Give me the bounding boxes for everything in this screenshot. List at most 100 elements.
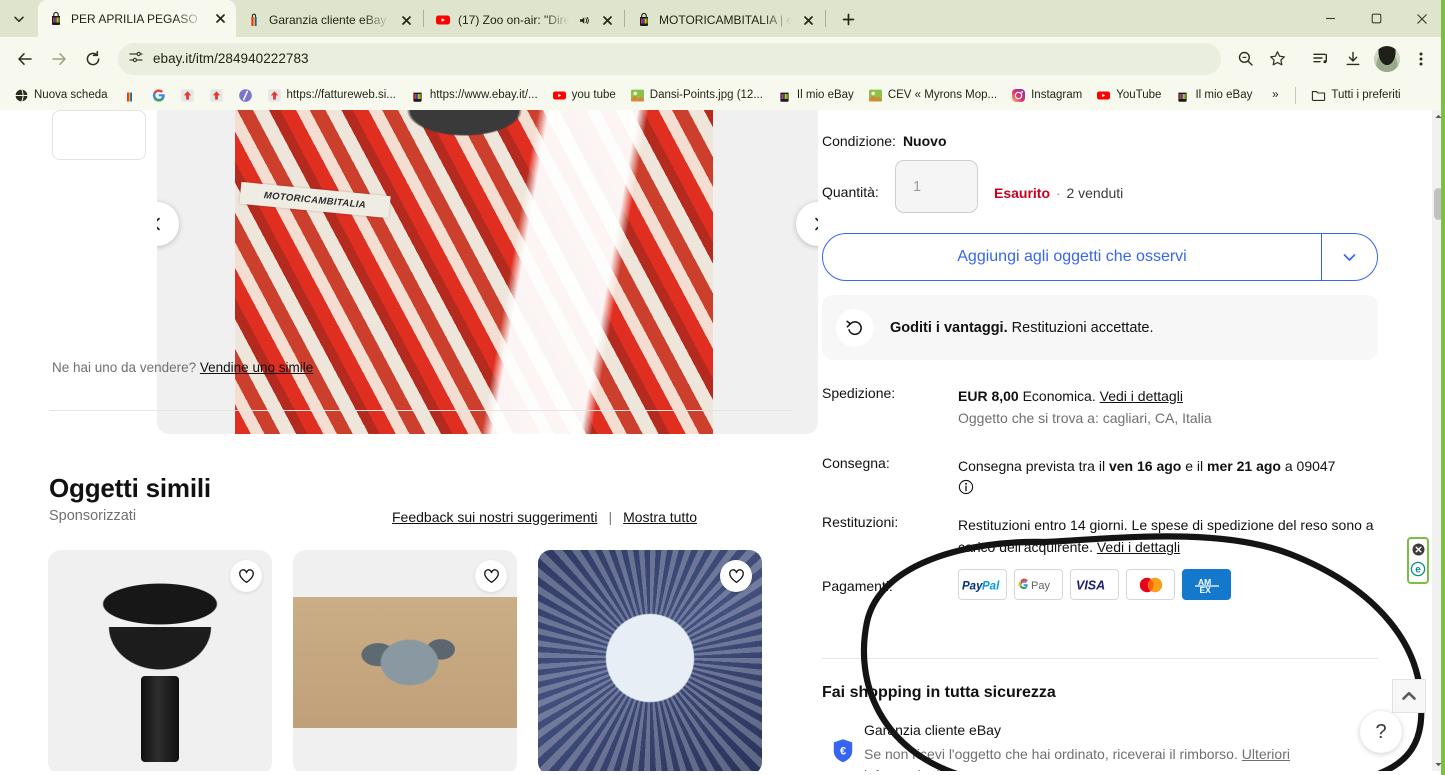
bookmark-pin-2[interactable] [203, 85, 230, 106]
sell-one-link[interactable]: Vendine uno simile [200, 360, 313, 375]
tab-divider [825, 10, 826, 27]
delivery-label: Consegna: [822, 455, 890, 471]
address-bar[interactable]: ebay.it/itm/284940222783 [118, 43, 1221, 75]
bookmark-label: Il mio eBay [797, 89, 854, 101]
window-controls [1307, 0, 1445, 37]
help-button[interactable]: ? [1360, 711, 1402, 753]
profile-avatar[interactable] [1374, 46, 1400, 72]
info-icon[interactable] [958, 479, 1378, 501]
guarantee-text: Se non ricevi l'oggetto che hai ordinato… [864, 746, 1242, 762]
product-gallery[interactable]: MOTORICAMBITALIA [157, 110, 818, 434]
delivery-value: Consegna prevista tra il ven 16 ago e il… [958, 455, 1378, 501]
add-to-watchlist-button[interactable]: Aggiungi agli oggetti che osservi [822, 233, 1378, 281]
suggestions-feedback-link[interactable]: Feedback sui nostri suggerimenti [392, 509, 597, 525]
reload-icon[interactable] [77, 43, 109, 75]
gallery-thumbnail[interactable] [52, 110, 146, 160]
tab-close-icon[interactable] [799, 11, 817, 29]
gallery-thumbnail-rail [52, 110, 147, 160]
media-list-icon[interactable] [1306, 44, 1336, 74]
sell-one-prefix: Ne hai uno da vendere? [52, 360, 196, 375]
tab-close-icon[interactable] [397, 11, 415, 29]
google-pay-icon[interactable]: Pay [1014, 569, 1063, 600]
links-separator: | [608, 509, 612, 525]
e-circle-icon[interactable]: e [1410, 561, 1426, 580]
bookmark-il-mio-ebay-2[interactable]: Il mio eBay [1169, 85, 1258, 106]
bookmarks-overflow-button[interactable]: » [1264, 84, 1286, 106]
forward-arrow-icon[interactable] [43, 43, 75, 75]
close-circle-icon[interactable] [1411, 542, 1426, 560]
show-all-link[interactable]: Mostra tutto [623, 509, 697, 525]
bookmark-dansi-points[interactable]: Dansi-Points.jpg (12... [624, 85, 769, 106]
bookmark-instagram[interactable]: Instagram [1005, 85, 1088, 106]
payment-methods: Pay Pal Pay [958, 569, 1231, 600]
heart-icon[interactable] [230, 560, 262, 592]
bookmark-nuova-scheda[interactable]: Nuova scheda [8, 85, 114, 106]
bookmark-pin-1[interactable] [174, 85, 201, 106]
bookmark-label: YouTube [1116, 89, 1161, 101]
returns-banner: Goditi i vantaggi. Restituzioni accettat… [822, 295, 1378, 360]
similar-item-card-0[interactable] [48, 550, 272, 771]
close-button[interactable] [1399, 2, 1445, 36]
instagram-icon [1011, 88, 1026, 103]
bookmark-ebay-1[interactable] [116, 85, 143, 106]
similar-item-card-2[interactable] [538, 550, 762, 771]
paypal-icon[interactable]: Pay Pal [958, 569, 1007, 600]
new-tab-button[interactable] [833, 4, 863, 34]
zoom-search-icon[interactable] [1230, 44, 1260, 74]
bookmark-label: https://www.ebay.it/... [430, 89, 538, 101]
bookmark-cev-myrons[interactable]: CEV « Myrons Mop... [862, 85, 1003, 106]
bookmark-fattureweb[interactable]: https://fattureweb.si... [261, 85, 402, 106]
site-settings-tune-icon[interactable] [128, 49, 144, 68]
tab-close-icon[interactable] [211, 10, 229, 28]
tab-2[interactable]: (17) Zoo on-air: "Diretta vid [425, 3, 623, 37]
bookmark-ebay-url[interactable]: https://www.ebay.it/... [404, 85, 544, 106]
thumbnail-image [53, 111, 145, 159]
heart-icon[interactable] [475, 560, 507, 592]
bookmark-il-mio-ebay-1[interactable]: Il mio eBay [771, 85, 860, 106]
bookmark-youtube[interactable]: you tube [546, 85, 622, 106]
bookmark-star-icon[interactable] [1262, 44, 1292, 74]
bookmark-youtube-2[interactable]: YouTube [1090, 85, 1167, 106]
status-badge: Esaurito [994, 185, 1050, 201]
tab-search-chevron-down-icon[interactable] [7, 7, 31, 31]
back-to-top-button[interactable] [1392, 679, 1426, 713]
amex-icon[interactable]: AM EX [1182, 569, 1231, 600]
similar-items-subtitle: Sponsorizzati [49, 508, 136, 524]
gallery-prev-button[interactable] [157, 202, 179, 246]
kebab-menu-icon[interactable] [1406, 44, 1436, 74]
condition-row: Condizione:Nuovo [822, 133, 947, 149]
all-bookmarks-button[interactable]: Tutti i preferiti [1305, 85, 1406, 106]
bookmark-slash[interactable] [232, 85, 259, 106]
safety-section-title: Fai shopping in tutta sicurezza [822, 684, 1056, 702]
tab-1[interactable]: Garanzia cliente eBay | eBay.it [236, 3, 422, 37]
section-divider [49, 410, 791, 411]
shipping-details-link[interactable]: Vedi i dettagli [1100, 388, 1183, 404]
gallery-next-button[interactable] [796, 202, 818, 246]
back-arrow-icon[interactable] [9, 43, 41, 75]
maximize-button[interactable] [1353, 2, 1399, 36]
visa-icon[interactable]: VISA [1070, 569, 1119, 600]
bookmark-label: CEV « Myrons Mop... [888, 89, 997, 101]
youtube-icon [435, 12, 451, 28]
tab-audio-speaker-icon[interactable] [576, 13, 591, 28]
ebay-guarantee-shield-icon: € [832, 738, 854, 764]
bookmark-google[interactable] [145, 85, 172, 106]
delivery-mid: e il [1181, 458, 1207, 474]
mastercard-icon[interactable] [1126, 569, 1175, 600]
minimize-button[interactable] [1307, 2, 1353, 36]
quantity-input[interactable]: 1 [895, 160, 978, 213]
tab-0[interactable]: PER APRILIA PEGASO 125 91 94... [38, 0, 236, 37]
youtube-icon [1096, 88, 1111, 103]
returns-details-link[interactable]: Vedi i dettagli [1097, 539, 1180, 555]
tab-3[interactable]: MOTORICAMBITALIA | eBay Sto [626, 3, 824, 37]
tab-close-icon[interactable] [598, 11, 616, 29]
status-separator: · [1056, 185, 1061, 201]
chevron-down-icon[interactable] [1322, 234, 1377, 280]
delivery-date-to: mer 21 ago [1207, 458, 1281, 474]
shipping-value: EUR 8,00 Economica. Vedi i dettagli Ogge… [958, 385, 1378, 429]
download-icon[interactable] [1338, 44, 1368, 74]
extension-widget[interactable]: e [1407, 537, 1429, 584]
similar-item-card-1[interactable] [293, 550, 517, 771]
heart-icon[interactable] [720, 560, 752, 592]
section-divider [822, 658, 1378, 659]
